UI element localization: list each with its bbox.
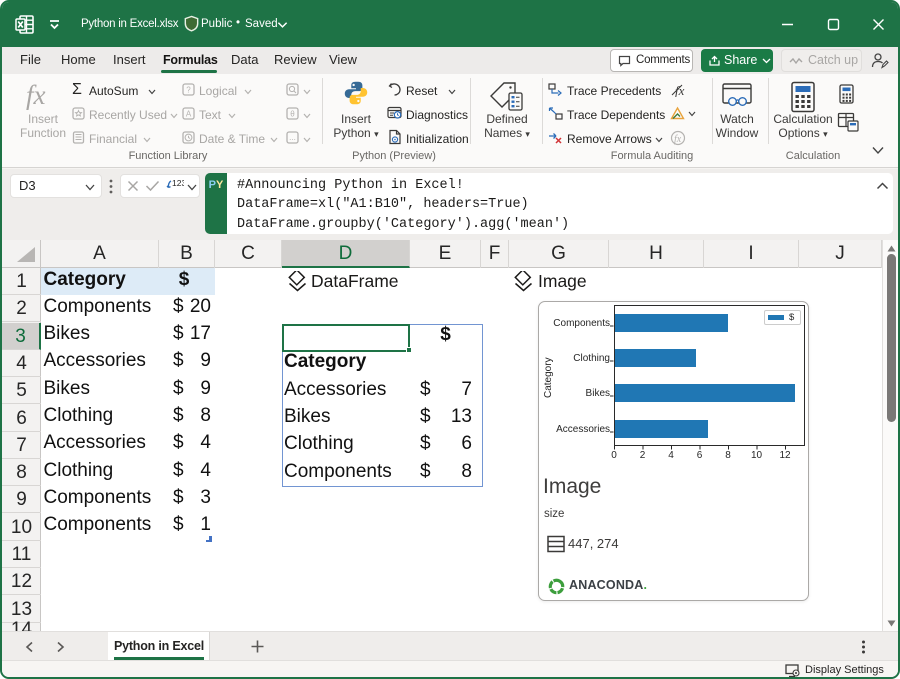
svg-text:?: ? <box>186 86 191 95</box>
svg-text:fx: fx <box>674 134 682 145</box>
svg-text:θ: θ <box>290 110 295 119</box>
svg-text:A: A <box>186 110 192 119</box>
svg-text:...: ... <box>289 133 296 142</box>
svg-text:fx: fx <box>675 83 685 97</box>
svg-text:123: 123 <box>172 178 184 188</box>
